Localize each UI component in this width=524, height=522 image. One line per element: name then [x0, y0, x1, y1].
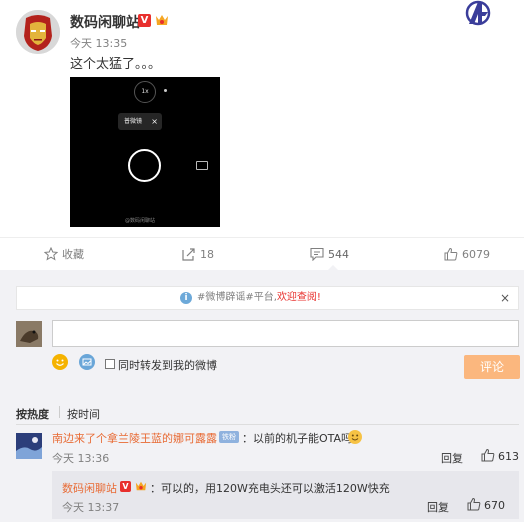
comment-input[interactable]	[52, 320, 519, 347]
reply-box: 数码闲聊站 V ：可以的，用120W充电头还可以激活120W快充 今天 13:3…	[52, 471, 519, 519]
commenter-name[interactable]: 南边来了个拿兰陵王蓝的娜可露露	[52, 430, 217, 446]
thumbs-up-icon	[481, 448, 495, 462]
emoji-button[interactable]	[52, 354, 68, 370]
reply-like-button[interactable]: 670	[467, 497, 512, 512]
shutter-icon	[128, 149, 161, 182]
notice-bar: i #微博辟谣#平台,欢迎查阅! ×	[16, 286, 519, 310]
repost-checkbox[interactable]	[105, 359, 115, 369]
reply-author[interactable]: 数码闲聊站	[62, 480, 117, 496]
image-upload-button[interactable]	[79, 354, 95, 370]
post-card: 数码闲聊站 V 今天 13:35 这个太猛了。。。 1x 普微镜 × @数码闲聊…	[0, 0, 524, 271]
share-icon	[182, 248, 195, 261]
comment-reply-button[interactable]: 回复	[441, 450, 463, 466]
favorite-button[interactable]: 收藏	[44, 247, 94, 262]
reply-like-count: 670	[484, 499, 505, 512]
reply-text: ：可以的，用120W充电头还可以激活120W快充	[150, 482, 390, 495]
post-image[interactable]: 1x 普微镜 × @数码闲聊站	[70, 77, 220, 227]
reply-fan-badge-icon	[134, 480, 148, 492]
notice-link[interactable]: 欢迎查阅!	[277, 292, 321, 303]
sort-divider	[59, 406, 60, 418]
comment-text: ：以前的机子能OTA吗	[242, 432, 353, 445]
action-bar: 收藏 18 544 6079	[0, 237, 524, 271]
fan-badge-icon	[154, 13, 170, 27]
fan-level-badge: 铁粉	[219, 431, 239, 443]
star-icon	[44, 247, 58, 261]
submit-comment-button[interactable]: 评论	[464, 355, 520, 379]
comment-icon	[310, 247, 324, 261]
my-avatar	[16, 321, 42, 347]
notice-text: #微博辟谣#平台,欢迎查阅!	[197, 287, 321, 309]
thumbs-up-icon	[444, 247, 458, 261]
vip-badge: V	[138, 14, 151, 27]
notice-prefix: #微博辟谣#平台,	[197, 292, 277, 303]
image-watermark: @数码闲聊站	[125, 218, 156, 224]
filter-chip: 普微镜 ×	[118, 113, 162, 130]
sort-by-hot-tab[interactable]: 按热度	[16, 406, 49, 422]
author-avatar[interactable]	[16, 10, 60, 54]
repost-label[interactable]: 同时转发到我的微博	[118, 357, 217, 373]
image-icon	[82, 358, 92, 366]
post-time[interactable]: 今天 13:35	[70, 35, 127, 51]
smile-emoji-icon	[348, 430, 362, 444]
divider	[16, 424, 519, 425]
reply-vip-badge: V	[120, 481, 131, 492]
filter-chip-label: 普微镜	[124, 118, 143, 125]
commenter-avatar[interactable]	[16, 433, 42, 459]
reply-reply-button[interactable]: 回复	[427, 499, 449, 515]
share-count: 18	[200, 248, 214, 261]
filter-chip-close: ×	[151, 117, 158, 126]
info-icon: i	[180, 292, 192, 304]
notice-close-button[interactable]: ×	[500, 287, 510, 309]
zoom-indicator: 1x	[134, 81, 156, 103]
comment-like-button[interactable]: 613	[481, 448, 521, 463]
comment-area: i #微博辟谣#平台,欢迎查阅! × 同时转发到我的微博 评论 按热度 按时间	[0, 270, 524, 522]
video-icon	[196, 161, 208, 170]
emoji-icon	[56, 359, 64, 366]
thumbs-up-icon	[467, 497, 481, 511]
post-text: 这个太猛了。。。	[70, 57, 162, 72]
reply-time: 今天 13:37	[62, 501, 120, 514]
sort-by-time-tab[interactable]: 按时间	[67, 406, 100, 422]
like-button[interactable]: 6079	[444, 247, 496, 262]
camera-dot-icon	[164, 89, 167, 92]
author-name[interactable]: 数码闲聊站	[70, 12, 140, 32]
favorite-label: 收藏	[62, 248, 84, 261]
comment-button[interactable]: 544	[310, 247, 358, 262]
comment-like-count: 613	[498, 450, 519, 463]
comment-time: 今天 13:36	[52, 452, 110, 465]
comment-count: 544	[328, 248, 349, 261]
share-button[interactable]: 18	[182, 247, 222, 262]
like-count: 6079	[462, 248, 490, 261]
avengers-logo-icon	[463, 0, 493, 26]
